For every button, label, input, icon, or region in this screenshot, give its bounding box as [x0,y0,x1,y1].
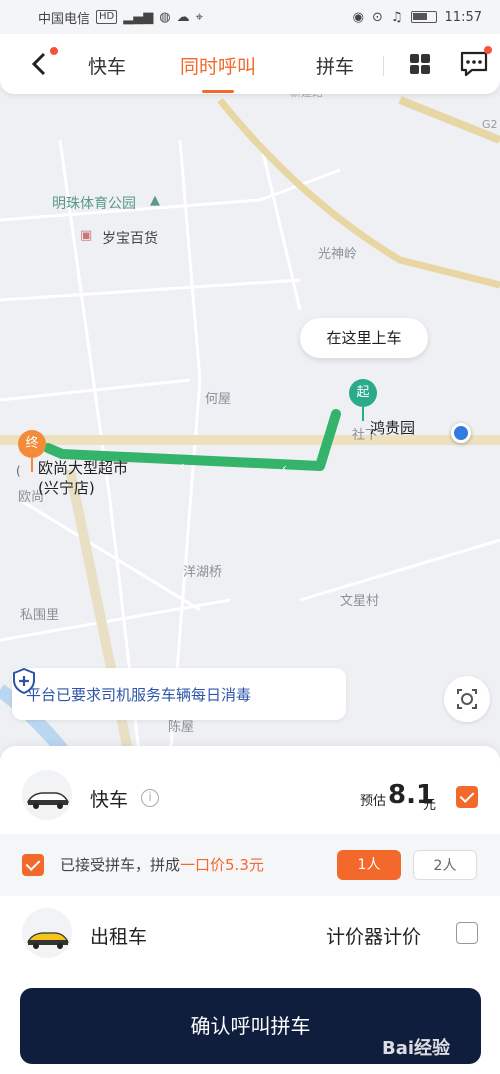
carrier-group: 中国电信 HD ▂▄▆ ◍ ☁ ⌖ [38,8,203,27]
start-pin[interactable]: 起 [349,379,377,407]
express-checkbox[interactable] [456,786,478,808]
taxi-checkbox[interactable] [456,922,478,944]
seat-option-1[interactable]: 1人 [337,850,401,880]
end-pin-stem [31,458,33,472]
map-label-wenxingcun: 文星村 [340,594,380,609]
end-pin[interactable]: 终 [18,430,46,458]
location-icon: ⊙ [371,9,383,25]
price-unit: 元 [423,798,437,813]
svg-text:‹: ‹ [282,461,287,475]
seat-option-2[interactable]: 2人 [413,850,477,880]
apps-grid-icon[interactable] [410,54,430,74]
locate-icon [457,689,477,709]
back-button[interactable] [26,47,58,78]
taxi-pricing: 计价器计价 [326,926,422,948]
mute-icon: ♫ [390,9,403,25]
carrier-name: 中国电信 [38,11,91,27]
message-button[interactable] [460,46,492,77]
chevron-left-icon [31,52,46,76]
top-nav: 快车 同时呼叫 拼车 [0,34,500,94]
notice-text: 平台已要求司机服务车辆每日消毒 [26,685,252,704]
baidu-watermark: Bai经验 [382,1038,451,1059]
nav-divider [383,56,384,76]
tab-express[interactable]: 快车 [88,52,126,79]
hd-badge: HD [96,10,118,24]
service-sheet: 快车 i 预估 8.1 元 已接受拼车，拼成一口价5.3元 1人 2人 出租车 … [0,746,500,1074]
eye-icon: ◉ [352,9,364,25]
carpool-text: 已接受拼车，拼成一口价5.3元 [60,854,264,875]
battery-icon [410,11,437,23]
taxi-car-icon [22,908,72,958]
map-label-road: G2 [482,118,498,131]
express-name: 快车 [90,789,129,811]
disinfection-notice[interactable]: 平台已要求司机服务车辆每日消毒 [12,668,346,720]
carpool-checkbox[interactable] [22,854,44,876]
end-name-line1: 欧尚大型超市 [38,459,129,477]
map-label-yanghuqiao: 洋湖桥 [183,565,223,580]
start-pin-stem [362,407,364,421]
chat-bubble-icon [460,51,488,77]
express-row[interactable]: 快车 i 预估 8.1 元 [0,746,500,834]
express-car-icon [22,770,72,820]
carpool-row[interactable]: 已接受拼车，拼成一口价5.3元 1人 2人 [0,834,500,896]
map-view[interactable]: ‹ ‹ 明珠体育公园 ▲ ▣ 岁宝百货 光神岭 何屋 社下 洋湖桥 文星村 私围… [0,80,500,760]
carpool-fixed-price: 一口价5.3元 [180,856,264,874]
svg-text:‹: ‹ [180,459,185,473]
taxi-row[interactable]: 出租车 计价器计价 [0,896,500,972]
park-icon: ▲ [150,193,160,208]
end-name-prefix: ( [16,464,21,478]
tab-carpool[interactable]: 拼车 [316,52,354,79]
end-name-line2: (兴宁店) [38,479,95,497]
status-right: ◉ ⊙ ♫ 11:57 [353,10,482,25]
map-label-guangshenling: 光神岭 [318,247,358,262]
start-name: 鸿贵园 [370,419,416,437]
store-icon: ▣ [80,228,93,243]
map-icon: ⌖ [195,9,203,25]
map-label-hewu: 何屋 [205,392,232,407]
info-icon[interactable]: i [141,789,159,807]
map-label-siweili: 私围里 [20,608,60,623]
carpool-text-prefix: 已接受拼车，拼成 [60,856,181,874]
tab-simultaneous-call[interactable]: 同时呼叫 [180,52,256,79]
shield-plus-icon [13,668,35,694]
status-time: 11:57 [444,9,482,25]
map-label-park: 明珠体育公园 [52,196,136,212]
current-location-dot [451,423,471,443]
map-roads: ‹ ‹ [0,96,500,760]
locate-button[interactable] [444,676,490,722]
taxi-name: 出租车 [90,926,148,948]
signal-icon: ▂▄▆ [123,9,154,25]
pickup-bubble[interactable]: 在这里上车 [300,318,428,358]
wechat-icon: ☁ [176,9,190,25]
estimate-label: 预估 [360,794,387,809]
map-label-store: 岁宝百货 [102,231,158,247]
app-icon: ◍ [159,9,171,25]
status-bar: 中国电信 HD ▂▄▆ ◍ ☁ ⌖ ◉ ⊙ ♫ 11:57 [0,0,500,34]
